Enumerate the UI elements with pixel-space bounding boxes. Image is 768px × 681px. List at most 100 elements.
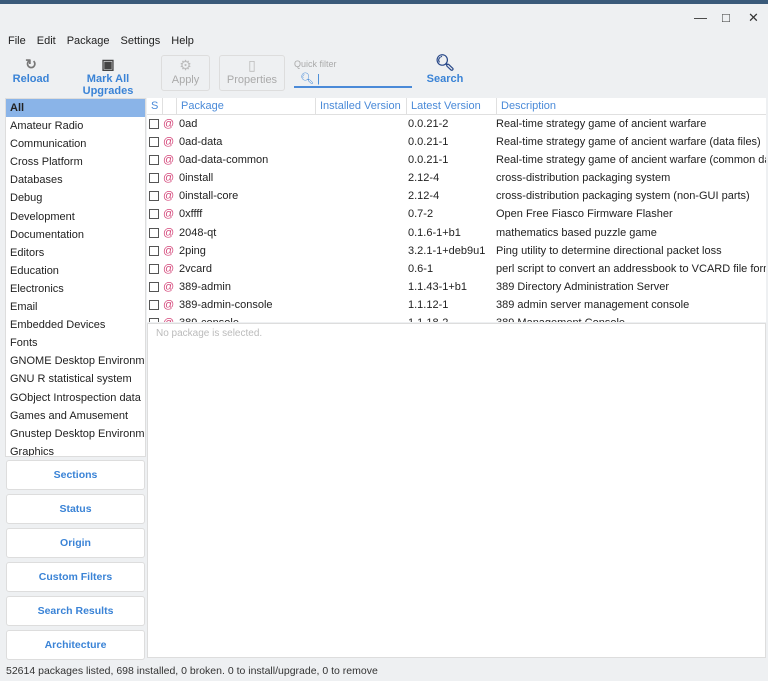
mark-checkbox[interactable] xyxy=(149,209,159,220)
cell-installed xyxy=(314,260,405,278)
table-row[interactable]: @0ad 0.0.21-2 Real-time strategy game of a… xyxy=(147,115,766,133)
cell-package: 389-admin-console xyxy=(179,298,273,311)
table-row[interactable]: @0ad-data-common 0.0.21-1 Real-time strate… xyxy=(147,151,766,169)
category-item[interactable]: Graphics xyxy=(6,443,145,456)
mark-checkbox[interactable] xyxy=(149,155,159,166)
mark-checkbox[interactable] xyxy=(149,281,159,292)
category-item[interactable]: GObject Introspection data xyxy=(6,389,145,407)
cell-installed xyxy=(314,242,405,260)
cell-latest: 1.1.18-2 xyxy=(405,314,495,322)
close-button[interactable]: ✕ xyxy=(748,10,759,26)
cell-latest: 0.6-1 xyxy=(408,262,434,275)
filter-button-architecture[interactable]: Architecture xyxy=(6,630,145,660)
col-status[interactable]: S xyxy=(147,98,163,114)
debian-icon: @ xyxy=(163,118,175,130)
mark-checkbox[interactable] xyxy=(149,263,159,274)
category-item[interactable]: GNU R statistical system xyxy=(6,370,145,388)
category-item[interactable]: Amateur Radio xyxy=(6,117,145,135)
category-item[interactable]: Email xyxy=(6,298,145,316)
properties-label: Properties xyxy=(226,74,278,86)
col-installed-version[interactable]: Installed Version xyxy=(316,98,407,114)
table-row[interactable]: @0install-core 2.12-4 cross-distribution p… xyxy=(147,187,766,205)
mark-checkbox[interactable] xyxy=(149,191,159,202)
menu-help[interactable]: Help xyxy=(171,35,194,47)
mark-checkbox[interactable] xyxy=(149,245,159,256)
cell-latest: 2.12-4 xyxy=(408,172,440,185)
cell-installed xyxy=(314,205,405,223)
col-icon[interactable] xyxy=(163,98,177,114)
table-row[interactable]: @0xffff 0.7-2 Open Free Fiasco Firmware Fl… xyxy=(147,205,766,223)
quick-filter-input[interactable]: 🔍︎ | xyxy=(294,72,412,88)
table-row[interactable]: @2ping 3.2.1-1+deb9u1 Ping utility to dete… xyxy=(147,242,766,260)
mark-checkbox[interactable] xyxy=(149,173,159,184)
category-item[interactable]: GNOME Desktop Environment xyxy=(6,352,145,370)
category-item[interactable]: Embedded Devices xyxy=(6,316,145,334)
search-button[interactable]: 🔍︎ Search xyxy=(426,55,464,91)
category-item[interactable]: Education xyxy=(6,262,145,280)
cell-installed xyxy=(314,314,405,322)
mark-checkbox[interactable] xyxy=(149,299,159,310)
table-row[interactable]: @389-console 1.1.18-2389 Management Conso… xyxy=(147,314,766,322)
menu-settings[interactable]: Settings xyxy=(121,35,161,47)
mark-checkbox[interactable] xyxy=(149,318,159,322)
table-row[interactable]: @389-admin 1.1.43-1+b1 389 Directory Admin… xyxy=(147,278,766,296)
cell-description: cross-distribution packaging system (non… xyxy=(496,190,750,203)
menu-edit[interactable]: Edit xyxy=(37,35,56,47)
minimize-button[interactable]: — xyxy=(694,10,707,25)
table-header: S Package Installed Version Latest Versi… xyxy=(147,98,766,115)
table-row[interactable]: @0ad-data 0.0.21-1 Real-time strategy game… xyxy=(147,133,766,151)
category-item[interactable]: Editors xyxy=(6,244,145,262)
cell-latest: 0.0.21-1 xyxy=(408,154,449,167)
cell-package: 0xffff xyxy=(179,208,203,221)
cell-package: 0ad xyxy=(179,118,198,130)
col-package[interactable]: Package xyxy=(177,98,316,114)
cell-installed xyxy=(314,187,405,205)
apply-button[interactable]: ⚙ Apply xyxy=(161,55,210,91)
reload-button[interactable]: ↻ Reload xyxy=(12,55,50,91)
category-item[interactable]: Documentation xyxy=(6,226,145,244)
cell-description: 389 Management Console xyxy=(495,314,766,322)
category-item[interactable]: Communication xyxy=(6,135,145,153)
table-row[interactable]: @2048-qt 0.1.6-1+b1 mathematics based puzz… xyxy=(147,224,766,242)
category-item[interactable]: Databases xyxy=(6,171,145,189)
cell-package: 0ad-data xyxy=(179,136,223,149)
filter-button-origin[interactable]: Origin xyxy=(6,528,145,558)
cell-package: 2ping xyxy=(179,244,206,257)
filter-button-custom-filters[interactable]: Custom Filters xyxy=(6,562,145,592)
col-description[interactable]: Description xyxy=(497,98,766,114)
category-item[interactable]: All xyxy=(6,99,145,118)
apply-label: Apply xyxy=(171,74,200,86)
cell-description: cross-distribution packaging system xyxy=(496,172,671,185)
mark-checkbox[interactable] xyxy=(149,137,159,148)
category-item[interactable]: Games and Amusement xyxy=(6,407,145,425)
properties-button[interactable]: ▯ Properties xyxy=(219,55,285,91)
search-icon: 🔍︎ xyxy=(300,73,314,85)
mark-checkbox[interactable] xyxy=(149,227,159,238)
filter-button-search-results[interactable]: Search Results xyxy=(6,596,145,626)
table-row[interactable]: @2vcard 0.6-1 perl script to convert an ad… xyxy=(147,260,766,278)
category-item[interactable]: Gnustep Desktop Environment xyxy=(6,425,145,443)
category-item[interactable]: Electronics xyxy=(6,280,145,298)
status-bar: 52614 packages listed, 698 installed, 0 … xyxy=(6,665,378,677)
upgrade-icon: ▣ xyxy=(101,56,115,72)
category-item[interactable]: Cross Platform xyxy=(6,153,145,171)
mark-checkbox[interactable] xyxy=(149,119,159,129)
cell-latest: 1.1.43-1+b1 xyxy=(408,280,468,293)
filter-button-sections[interactable]: Sections xyxy=(6,460,145,490)
mark-all-upgrades-button[interactable]: ▣ Mark All Upgrades xyxy=(62,55,154,97)
menu-package[interactable]: Package xyxy=(67,35,110,47)
debian-icon: @ xyxy=(163,314,177,322)
table-row[interactable]: @0install 2.12-4 cross-distribution packag… xyxy=(147,169,766,187)
category-item[interactable]: Debug xyxy=(6,189,145,207)
category-item[interactable]: Development xyxy=(6,208,145,226)
search-icon: 🔍︎ xyxy=(434,55,456,72)
maximize-button[interactable]: □ xyxy=(722,10,730,25)
category-list: All Amateur Radio Communication Cross Platf… xyxy=(5,98,146,457)
cell-description: mathematics based puzzle game xyxy=(496,226,657,239)
col-latest-version[interactable]: Latest Version xyxy=(407,98,497,114)
cell-description: Real-time strategy game of ancient warfa… xyxy=(496,136,761,149)
category-item[interactable]: Fonts xyxy=(6,334,145,352)
filter-button-status[interactable]: Status xyxy=(6,494,145,524)
menu-file[interactable]: File xyxy=(8,35,26,47)
table-row[interactable]: @389-admin-console 1.1.12-1 389 admin serv… xyxy=(147,296,766,314)
